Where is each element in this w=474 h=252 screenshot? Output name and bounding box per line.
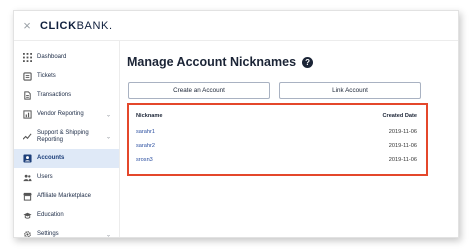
sidebar-item-support-shipping-reporting[interactable]: Support & Shipping Reporting ⌄ xyxy=(14,124,119,149)
created-date: 2019-11-06 xyxy=(388,157,417,163)
account-icon xyxy=(23,154,32,163)
grid-icon xyxy=(23,53,32,62)
sidebar-item-label: Tickets xyxy=(37,73,56,79)
sidebar: Dashboard Tickets Transactions Vendor Re… xyxy=(14,41,120,237)
nickname-link[interactable]: sarahr2 xyxy=(136,143,155,149)
trend-icon xyxy=(23,132,32,141)
link-account-button[interactable]: Link Account xyxy=(279,82,421,99)
users-icon xyxy=(23,173,32,182)
nickname-link[interactable]: srosn3 xyxy=(136,157,153,163)
nickname-link[interactable]: sarahr1 xyxy=(136,129,155,135)
page-title-text: Manage Account Nicknames xyxy=(127,55,297,69)
column-header-nickname: Nickname xyxy=(136,113,163,119)
graduation-icon xyxy=(23,211,32,220)
sidebar-item-label: Support & Shipping Reporting xyxy=(37,129,89,143)
sidebar-item-tickets[interactable]: Tickets xyxy=(14,67,119,86)
create-account-button[interactable]: Create an Account xyxy=(128,82,270,99)
sidebar-item-settings[interactable]: Settings ⌄ xyxy=(14,225,119,237)
sidebar-item-label: Transactions xyxy=(37,92,72,98)
created-date: 2019-11-06 xyxy=(388,129,417,135)
page-title: Manage Account Nicknames ? xyxy=(127,55,314,69)
sidebar-item-label: Settings xyxy=(37,231,59,237)
nicknames-table: Nickname Created Date sarahr1 2019-11-06… xyxy=(127,103,428,176)
app-window: × CLICKBANK. Dashboard Tickets Transacti… xyxy=(13,10,459,238)
chevron-down-icon[interactable]: ⌄ xyxy=(106,231,111,237)
store-icon xyxy=(23,192,32,201)
column-header-created-date: Created Date xyxy=(382,113,417,119)
chart-icon xyxy=(23,110,32,119)
created-date: 2019-11-06 xyxy=(388,143,417,149)
sidebar-item-label: Users xyxy=(37,174,53,180)
sidebar-item-vendor-reporting[interactable]: Vendor Reporting ⌄ xyxy=(14,105,119,124)
sidebar-item-users[interactable]: Users xyxy=(14,168,119,187)
table-row: sarahr1 2019-11-06 xyxy=(136,129,417,135)
sidebar-item-label: Accounts xyxy=(37,155,65,161)
logo-text-bold: CLICK xyxy=(40,19,77,32)
clickbank-logo[interactable]: CLICKBANK. xyxy=(40,20,113,32)
table-header: Nickname Created Date xyxy=(136,113,417,119)
ticket-icon xyxy=(23,72,32,81)
sidebar-item-label: Vendor Reporting xyxy=(37,111,84,117)
main-content: Manage Account Nicknames ? Create an Acc… xyxy=(120,41,458,237)
sidebar-item-affiliate-marketplace[interactable]: Affiliate Marketplace xyxy=(14,187,119,206)
sidebar-item-label: Education xyxy=(37,212,64,218)
sidebar-item-label: Dashboard xyxy=(37,54,67,60)
close-icon[interactable]: × xyxy=(16,18,38,33)
chevron-down-icon[interactable]: ⌄ xyxy=(106,133,111,140)
document-icon xyxy=(23,91,32,100)
sidebar-item-label: Affiliate Marketplace xyxy=(37,193,91,199)
table-row: sarahr2 2019-11-06 xyxy=(136,143,417,149)
sidebar-item-dashboard[interactable]: Dashboard xyxy=(14,48,119,67)
sidebar-item-transactions[interactable]: Transactions xyxy=(14,86,119,105)
gear-icon xyxy=(23,230,32,237)
logo-text-light: BANK. xyxy=(76,19,113,32)
chevron-down-icon[interactable]: ⌄ xyxy=(106,111,111,118)
sidebar-item-education[interactable]: Education xyxy=(14,206,119,225)
top-bar: × CLICKBANK. xyxy=(14,11,458,41)
table-row: srosn3 2019-11-06 xyxy=(136,157,417,163)
sidebar-item-accounts[interactable]: Accounts xyxy=(14,149,119,168)
help-icon[interactable]: ? xyxy=(302,56,314,68)
